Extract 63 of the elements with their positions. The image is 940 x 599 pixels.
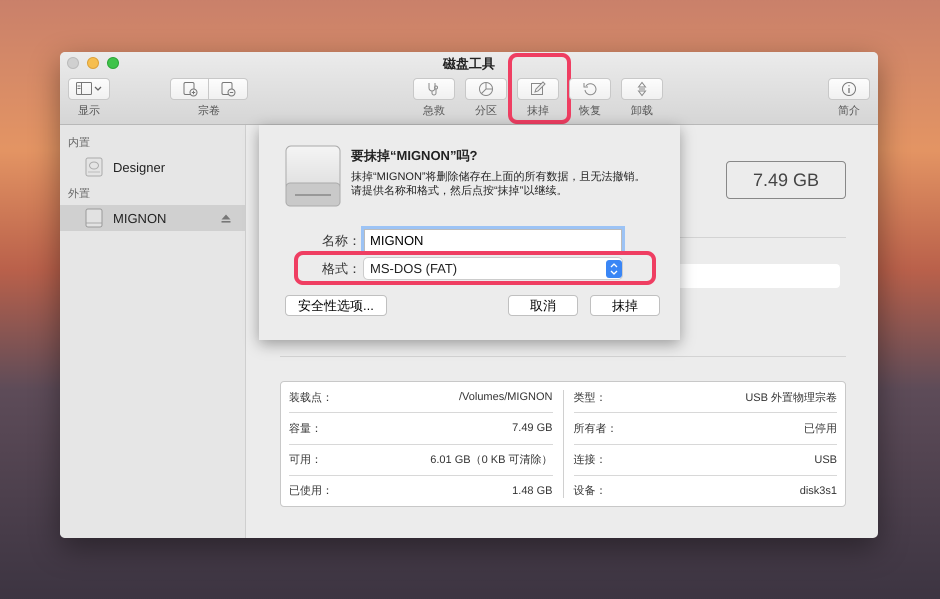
hard-drive-icon: [85, 157, 103, 177]
drive-icon: [285, 145, 341, 207]
info-value: disk3s1: [800, 484, 837, 497]
window-title: 磁盘工具: [443, 55, 495, 73]
toolbar-label: 恢复: [579, 104, 601, 118]
dialog-message: 抹掉“MIGNON”将删除储存在上面的所有数据，且无法撤销。: [351, 170, 646, 184]
info-value: USB 外置物理宗卷: [745, 390, 837, 405]
field-label: 名称：: [321, 232, 361, 250]
toolbar-label: 宗卷: [198, 104, 220, 118]
info-value: 1.48 GB: [512, 484, 552, 497]
info-label: 设备：: [574, 484, 606, 498]
info-value: /Volumes/MIGNON: [458, 391, 552, 404]
pencil-erase-icon: [530, 81, 546, 97]
toolbar-label: 抹掉: [527, 104, 549, 118]
info-value: USB: [814, 454, 837, 466]
restore-button[interactable]: [569, 78, 611, 100]
info-label: 装载点：: [289, 390, 333, 405]
toolbar-label: 急救: [423, 104, 445, 118]
disk-minus-icon: [220, 81, 236, 97]
capacity-label: 7.49 GB: [726, 161, 846, 199]
disk-plus-icon: [182, 81, 198, 97]
dialog-message: 请提供名称和格式，然后点按“抹掉”以继续。: [351, 184, 568, 198]
info-label: 所有者：: [574, 422, 618, 436]
toolbar-label: 分区: [475, 104, 497, 118]
sidebar-item[interactable]: Designer: [60, 154, 245, 180]
drive-icon: [85, 208, 103, 228]
info-label: 容量：: [289, 422, 322, 436]
info-label: 类型：: [574, 390, 606, 405]
restore-icon: [582, 81, 598, 97]
sidebar-icon: [76, 82, 102, 96]
info-label: 已使用：: [289, 484, 333, 498]
cancel-button[interactable]: 取消: [508, 295, 578, 316]
remove-volume-button[interactable]: [209, 78, 248, 100]
sidebar-section-title: 内置: [67, 136, 90, 150]
security-button[interactable]: 安全性选项...: [285, 295, 387, 316]
info-button[interactable]: [828, 78, 870, 100]
info-icon: [841, 81, 857, 97]
erase-button[interactable]: 抹掉: [590, 295, 660, 316]
pie-chart-icon: [478, 81, 494, 97]
info-value: 已停用: [804, 422, 837, 436]
eject-icon[interactable]: [221, 214, 231, 222]
add-volume-button[interactable]: [170, 78, 209, 100]
erase-button[interactable]: [517, 78, 559, 100]
dialog-title: 要抹掉“MIGNON”吗?: [351, 147, 478, 165]
up-down-chevron-icon: [606, 260, 622, 278]
minimize-button[interactable]: [87, 57, 99, 69]
name-input-field[interactable]: MIGNON: [364, 229, 622, 252]
unmount-button[interactable]: [621, 78, 663, 100]
zoom-button[interactable]: [107, 57, 119, 69]
view-button[interactable]: [68, 78, 110, 100]
toolbar-label: 卸载: [631, 104, 653, 118]
info-label: 连接：: [574, 452, 606, 468]
firstaid-button[interactable]: [413, 78, 455, 100]
format-dropdown[interactable]: MS-DOS (FAT): [364, 258, 622, 279]
sidebar-item[interactable]: MIGNON: [60, 205, 245, 231]
field-label: 格式：: [321, 260, 361, 278]
info-value: 6.01 GB（0 KB 可清除）: [430, 453, 552, 468]
partition-button[interactable]: [465, 78, 507, 100]
toolbar-label: 简介: [838, 104, 860, 118]
info-label: 可用：: [289, 453, 322, 468]
toolbar-label: 显示: [78, 104, 100, 118]
info-value: 7.49 GB: [512, 422, 552, 434]
sidebar-section-title: 外置: [67, 187, 90, 201]
